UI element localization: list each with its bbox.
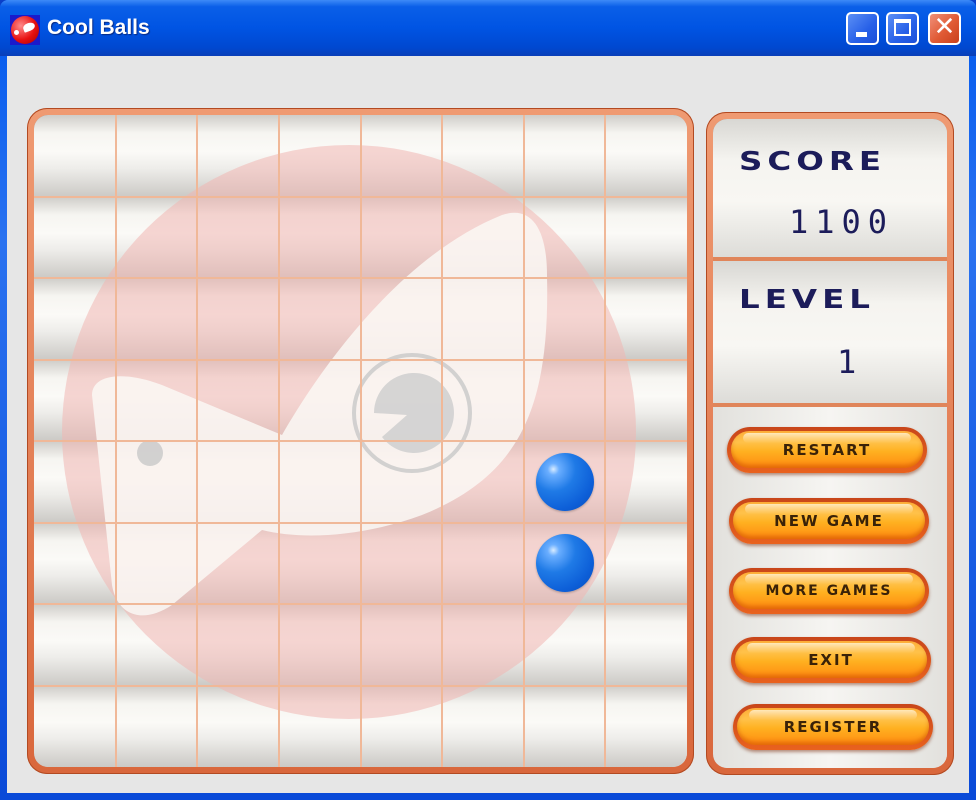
- minimize-icon: [856, 32, 867, 37]
- level-panel: LEVEL 1: [713, 261, 947, 403]
- score-panel: SCORE 1100: [713, 119, 947, 257]
- ball[interactable]: [535, 534, 594, 593]
- maximize-button[interactable]: [886, 12, 919, 45]
- sidebar: SCORE 1100 LEVEL 1 RESTART NEW GAME MORE…: [713, 119, 947, 768]
- grid-line: [34, 684, 687, 687]
- maximize-icon: [894, 19, 911, 36]
- close-button[interactable]: ✕: [928, 12, 961, 45]
- title-bar[interactable]: Cool Balls ✕: [0, 0, 976, 56]
- minimize-button[interactable]: [846, 12, 879, 45]
- level-value: 1: [837, 343, 864, 381]
- game-board[interactable]: [34, 115, 687, 767]
- app-window: Cool Balls ✕ SCORE 1100 LEVEL 1 RESTART …: [0, 0, 976, 800]
- exit-button[interactable]: EXIT: [731, 637, 931, 683]
- grid-line: [34, 440, 687, 442]
- score-value: 1100: [789, 203, 895, 241]
- grid-line: [34, 603, 687, 605]
- grid-line: [34, 358, 687, 361]
- restart-button[interactable]: RESTART: [727, 427, 927, 473]
- new-game-button[interactable]: NEW GAME: [729, 498, 929, 544]
- close-icon: ✕: [933, 12, 956, 42]
- window-title: Cool Balls: [47, 16, 150, 39]
- watermark-logo: [62, 145, 636, 719]
- ball[interactable]: [535, 452, 594, 511]
- cool-balls-logo-icon[interactable]: [10, 15, 40, 45]
- register-button[interactable]: REGISTER: [733, 704, 933, 750]
- grid-line: [34, 521, 687, 524]
- score-label: SCORE: [739, 147, 887, 177]
- more-games-button[interactable]: MORE GAMES: [729, 568, 929, 614]
- grid-line: [34, 277, 687, 279]
- level-label: LEVEL: [739, 285, 875, 315]
- button-area: RESTART NEW GAME MORE GAMES EXIT REGISTE…: [713, 407, 947, 768]
- grid-line: [34, 195, 687, 198]
